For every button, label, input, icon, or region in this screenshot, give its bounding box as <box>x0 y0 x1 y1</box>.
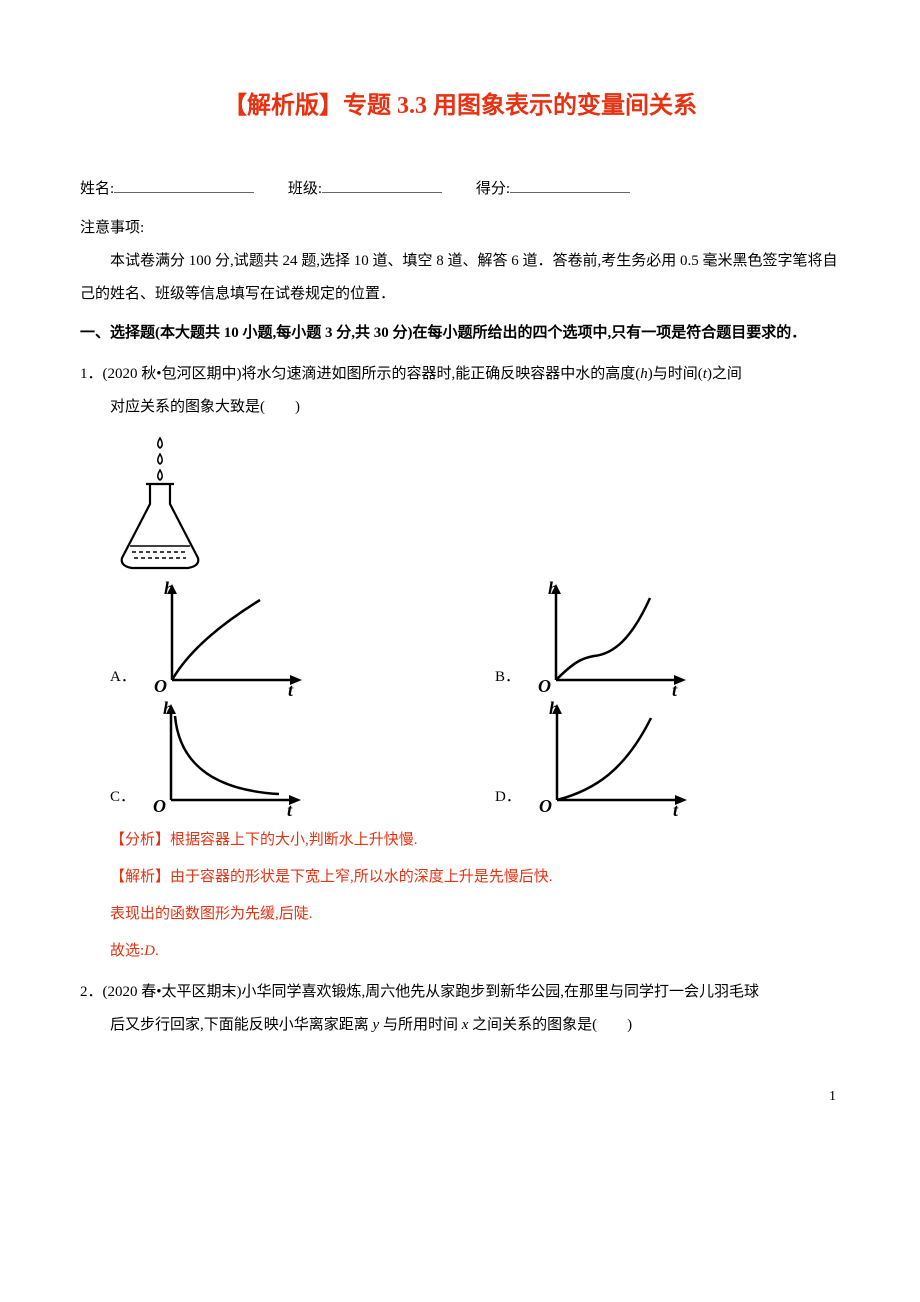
page-number: 1 <box>80 1082 840 1113</box>
choice-d-graph-icon: h O t <box>525 700 695 820</box>
notes-heading: 注意事项: <box>80 212 840 245</box>
class-label: 班级: <box>288 173 322 206</box>
q1-flask-figure <box>80 434 840 574</box>
q2-line2-a: 后又步行回家,下面能反映小华离家距离 <box>110 1017 373 1033</box>
svg-text:O: O <box>153 796 166 816</box>
svg-text:O: O <box>538 676 551 696</box>
analysis-body: 根据容器上下的大小,判断水上升快慢. <box>170 832 418 848</box>
choice-d-label: D． <box>495 781 521 820</box>
svg-text:O: O <box>154 676 167 696</box>
q1-choice-d: D． h O t <box>495 700 840 820</box>
answer-post: . <box>155 943 159 959</box>
name-label: 姓名: <box>80 173 114 206</box>
choice-a-label: A． <box>110 661 136 700</box>
flask-icon <box>110 434 210 574</box>
score-label: 得分: <box>476 173 510 206</box>
choice-c-graph-icon: h O t <box>139 700 309 820</box>
q2-stem-line2: 后又步行回家,下面能反映小华离家距离 y 与所用时间 x 之间关系的图象是( ) <box>80 1009 840 1042</box>
q1-number: 1． <box>80 366 103 382</box>
q2-line2-b: 与所用时间 <box>379 1017 462 1033</box>
q1-solution-line2: 表现出的函数图形为先缓,后陡. <box>80 898 840 931</box>
choice-a-graph-icon: h O t <box>140 580 310 700</box>
choice-b-label: B． <box>495 661 520 700</box>
section1-heading: 一、选择题(本大题共 10 小题,每小题 3 分,共 30 分)在每小题所给出的… <box>80 317 840 350</box>
choice-c-label: C． <box>110 781 135 820</box>
q1-solution-line1: 【解析】由于容器的形状是下宽上窄,所以水的深度上升是先慢后快. <box>80 861 840 894</box>
q1-source: (2020 秋•包河区期中) <box>103 366 242 382</box>
question-2: 2．(2020 春•太平区期末)小华同学喜欢锻炼,周六他先从家跑步到新华公园,在… <box>80 976 840 1042</box>
svg-text:O: O <box>539 796 552 816</box>
student-info-row: 姓名: 班级: 得分: <box>80 173 840 206</box>
q2-stem: 2．(2020 春•太平区期末)小华同学喜欢锻炼,周六他先从家跑步到新华公园,在… <box>80 976 840 1009</box>
q2-source: (2020 春•太平区期末) <box>103 984 242 1000</box>
q1-choices: A． h O t B． h O t <box>80 580 840 820</box>
class-blank <box>322 192 442 193</box>
answer-option: D <box>144 943 155 959</box>
q1-body-b: )与时间( <box>648 366 703 382</box>
name-blank <box>114 192 254 193</box>
q2-line2-c: 之间关系的图象是( ) <box>468 1017 632 1033</box>
page-title: 【解析版】专题 3.3 用图象表示的变量间关系 <box>80 80 840 133</box>
q2-number: 2． <box>80 984 103 1000</box>
q2-body-a: 小华同学喜欢锻炼,周六他先从家跑步到新华公园,在那里与同学打一会儿羽毛球 <box>242 984 760 1000</box>
analysis-tag: 【分析】 <box>110 832 170 848</box>
q1-choice-c: C． h O t <box>110 700 455 820</box>
solution-body: 由于容器的形状是下宽上窄,所以水的深度上升是先慢后快. <box>170 869 553 885</box>
q1-body-a: 将水匀速滴进如图所示的容器时,能正确反映容器中水的高度( <box>242 366 641 382</box>
solution-tag: 【解析】 <box>110 869 170 885</box>
notes-body: 本试卷满分 100 分,试题共 24 题,选择 10 道、填空 8 道、解答 6… <box>80 245 840 311</box>
question-1: 1．(2020 秋•包河区期中)将水匀速滴进如图所示的容器时,能正确反映容器中水… <box>80 358 840 968</box>
choice-b-graph-icon: h O t <box>524 580 694 700</box>
q1-answer: 故选:D. <box>80 935 840 968</box>
q1-analysis: 【分析】根据容器上下的大小,判断水上升快慢. <box>80 824 840 857</box>
score-blank <box>510 192 630 193</box>
answer-pre: 故选: <box>110 943 144 959</box>
q1-body-c: )之间 <box>707 366 742 382</box>
q1-stem: 1．(2020 秋•包河区期中)将水匀速滴进如图所示的容器时,能正确反映容器中水… <box>80 358 840 391</box>
q1-stem-line2: 对应关系的图象大致是( ) <box>80 391 840 424</box>
q1-var-h: h <box>640 366 648 382</box>
q1-choice-a: A． h O t <box>110 580 455 700</box>
q1-choice-b: B． h O t <box>495 580 840 700</box>
